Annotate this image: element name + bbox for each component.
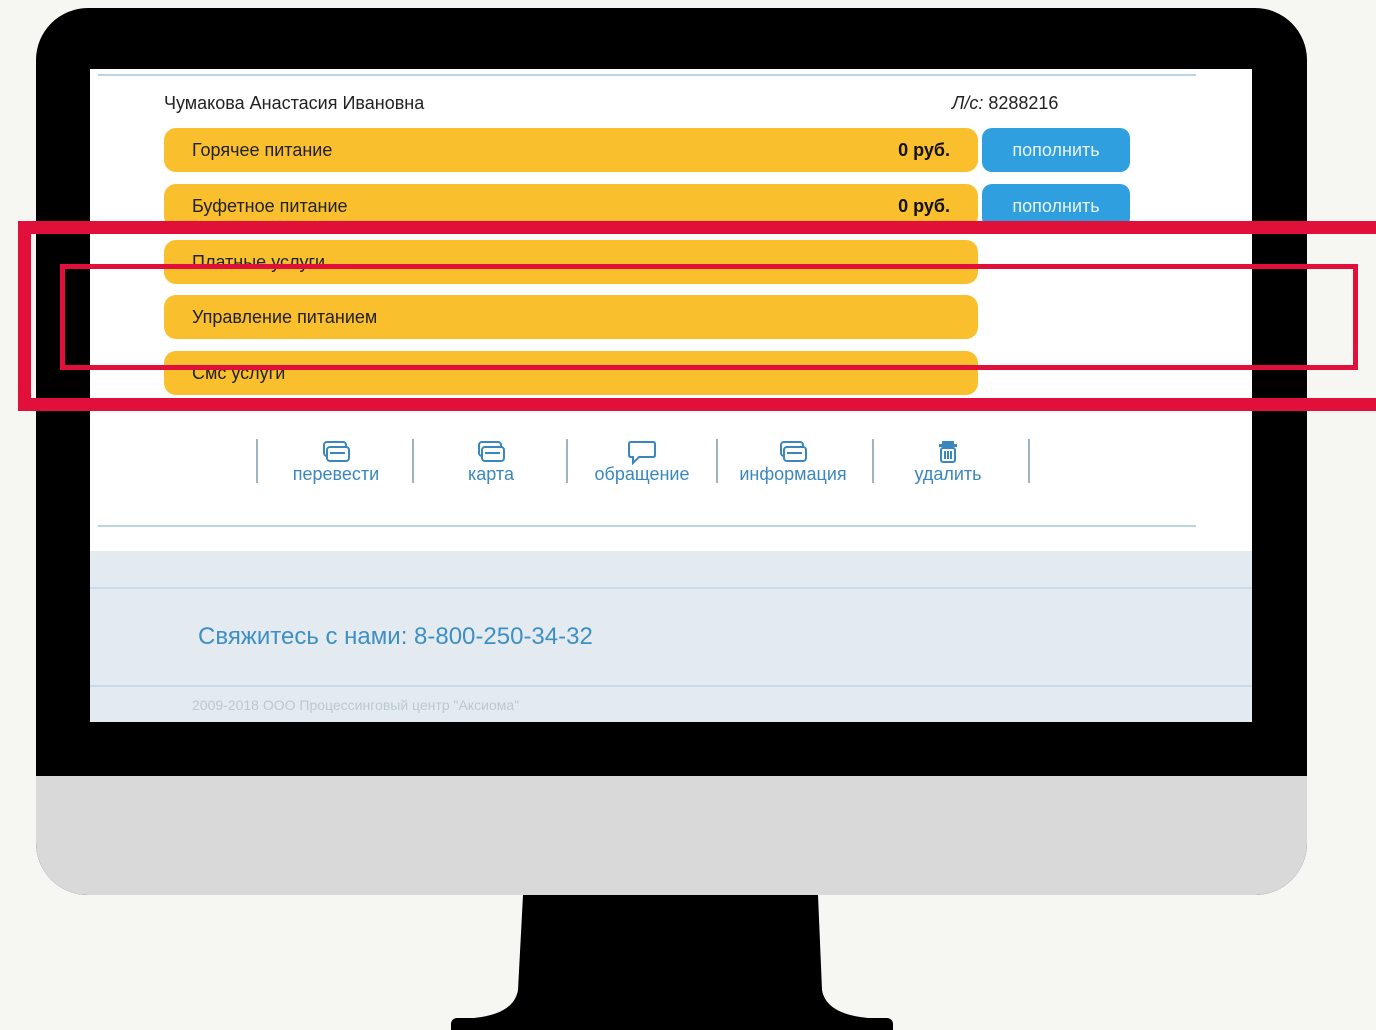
card-icon (720, 439, 866, 465)
appeal-action[interactable]: обращение (574, 439, 710, 485)
trash-icon (896, 439, 1000, 465)
delete-action[interactable]: удалить (896, 439, 1000, 485)
divider (98, 525, 1196, 527)
action-label: удалить (914, 464, 982, 484)
user-name: Чумакова Анастасия Ивановна (164, 93, 425, 113)
action-label: информация (739, 464, 847, 484)
card-icon (276, 439, 396, 465)
action-separator (412, 439, 414, 483)
highlight-frame-inner (60, 264, 1358, 370)
service-label: Буфетное питание (192, 195, 348, 216)
account-prefix: Л/с: (952, 93, 984, 113)
info-action[interactable]: информация (720, 439, 866, 485)
transfer-action[interactable]: перевести (276, 439, 396, 485)
service-label: Горячее питание (192, 139, 333, 160)
divider (90, 685, 1252, 687)
footer: Свяжитесь с нами: 8-800-250-34-32 2009-2… (90, 551, 1252, 722)
copyright: 2009-2018 ООО Процессинговый центр "Акси… (192, 697, 520, 713)
service-row-hot-meals[interactable]: Горячее питание 0 руб. (164, 128, 978, 172)
account-number-value: 8288216 (988, 93, 1059, 113)
service-balance: 0 руб. (898, 139, 950, 160)
card-action[interactable]: карта (436, 439, 546, 485)
divider (90, 587, 1252, 589)
account-number: Л/с: 8288216 (952, 93, 1058, 114)
action-separator (872, 439, 874, 483)
divider (98, 74, 1196, 76)
card-icon (436, 439, 546, 465)
action-label: обращение (594, 464, 690, 484)
service-balance: 0 руб. (898, 195, 950, 216)
contact-phone[interactable]: Свяжитесь с нами: 8-800-250-34-32 (198, 623, 593, 651)
action-separator (566, 439, 568, 483)
action-label: перевести (292, 464, 380, 484)
action-label: карта (468, 464, 514, 484)
action-separator (716, 439, 718, 483)
chat-icon (574, 439, 710, 465)
action-separator (1028, 439, 1030, 483)
monitor-stand-base (451, 1018, 893, 1030)
action-separator (256, 439, 258, 483)
topup-button-hot-meals[interactable]: пополнить (982, 128, 1130, 172)
